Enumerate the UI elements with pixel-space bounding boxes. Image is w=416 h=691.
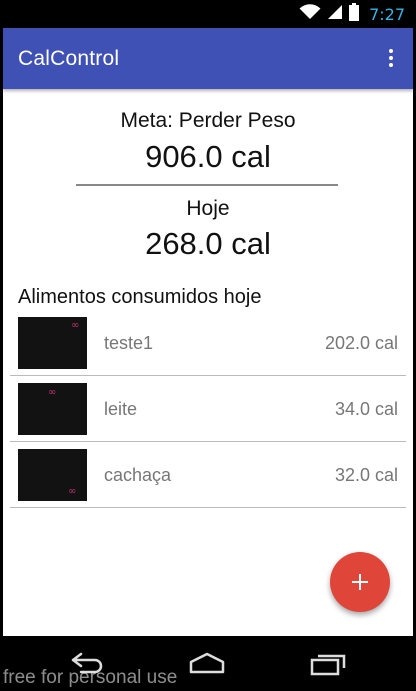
goal-value: 906.0 cal xyxy=(145,139,271,174)
food-thumbnail: ∞ xyxy=(18,383,87,435)
app-toolbar: CalControl xyxy=(3,28,413,89)
more-vert-icon[interactable] xyxy=(379,42,403,74)
food-list-item[interactable]: ∞ leite 34.0 cal xyxy=(10,377,406,442)
app-title: CalControl xyxy=(18,47,120,70)
recents-icon xyxy=(310,654,346,676)
add-food-button[interactable] xyxy=(330,552,390,612)
food-name: teste1 xyxy=(104,333,154,353)
food-list-item[interactable]: ∞ cachaça 32.0 cal xyxy=(10,443,406,508)
food-name: leite xyxy=(104,399,138,419)
wifi-icon xyxy=(299,3,321,25)
food-thumbnail: ∞ xyxy=(18,449,87,501)
food-calories: 202.0 cal xyxy=(324,333,398,353)
home-button[interactable] xyxy=(187,650,227,678)
food-list-item[interactable]: ∞ teste1 202.0 cal xyxy=(10,311,406,376)
today-label: Hoje xyxy=(186,197,230,220)
divider xyxy=(76,184,338,186)
thumbnail-mark-icon: ∞ xyxy=(71,320,80,331)
food-thumbnail: ∞ xyxy=(18,317,87,369)
food-calories: 32.0 cal xyxy=(334,465,398,485)
status-icons: 7:27 xyxy=(299,2,405,26)
thumbnail-mark-icon: ∞ xyxy=(68,486,77,497)
status-time: 7:27 xyxy=(369,4,405,24)
watermark-text: free for personal use xyxy=(3,667,178,688)
plus-icon xyxy=(352,574,368,590)
screen: 7:27 CalControl Meta: Perder Peso 906.0 … xyxy=(3,0,413,691)
status-bar: 7:27 xyxy=(3,0,413,28)
recents-button[interactable] xyxy=(308,650,348,678)
thumbnail-mark-icon: ∞ xyxy=(48,387,57,398)
goal-label: Meta: Perder Peso xyxy=(120,109,296,132)
food-list: ∞ teste1 202.0 cal ∞ leite 34.0 cal ∞ ca… xyxy=(10,311,406,509)
home-icon xyxy=(189,652,225,674)
cell-signal-icon xyxy=(327,4,343,25)
today-value: 268.0 cal xyxy=(145,226,271,261)
food-name: cachaça xyxy=(104,465,172,485)
device-frame: 7:27 CalControl Meta: Perder Peso 906.0 … xyxy=(0,0,416,691)
foods-section-title: Alimentos consumidos hoje xyxy=(18,286,262,308)
battery-icon xyxy=(349,2,360,26)
food-calories: 34.0 cal xyxy=(334,399,398,419)
